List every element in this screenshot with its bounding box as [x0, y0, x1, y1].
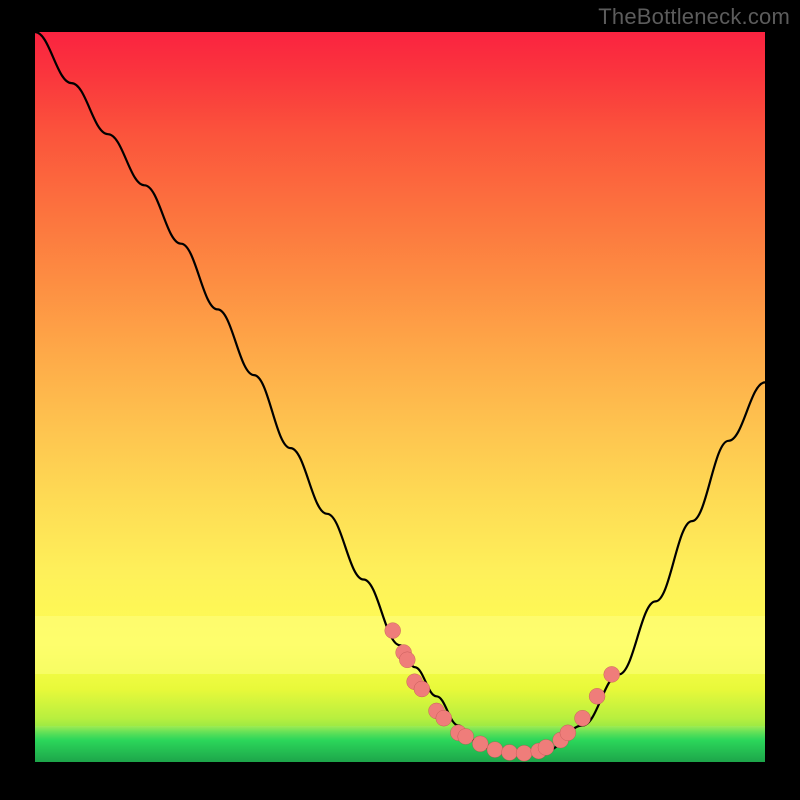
data-points	[385, 623, 620, 762]
data-point	[560, 725, 576, 741]
data-point	[604, 666, 620, 682]
data-point	[385, 623, 401, 639]
data-point	[436, 710, 452, 726]
chart-frame: TheBottleneck.com	[0, 0, 800, 800]
data-point	[487, 742, 503, 758]
data-point	[458, 729, 474, 745]
data-point	[414, 681, 430, 697]
data-point	[472, 736, 488, 752]
watermark-text: TheBottleneck.com	[598, 4, 790, 30]
chart-svg	[35, 32, 765, 762]
data-point	[399, 652, 415, 668]
data-point	[589, 688, 605, 704]
data-point	[538, 739, 554, 755]
data-point	[502, 745, 518, 761]
data-point	[575, 710, 591, 726]
data-point	[516, 745, 532, 761]
plot-area	[35, 32, 765, 762]
